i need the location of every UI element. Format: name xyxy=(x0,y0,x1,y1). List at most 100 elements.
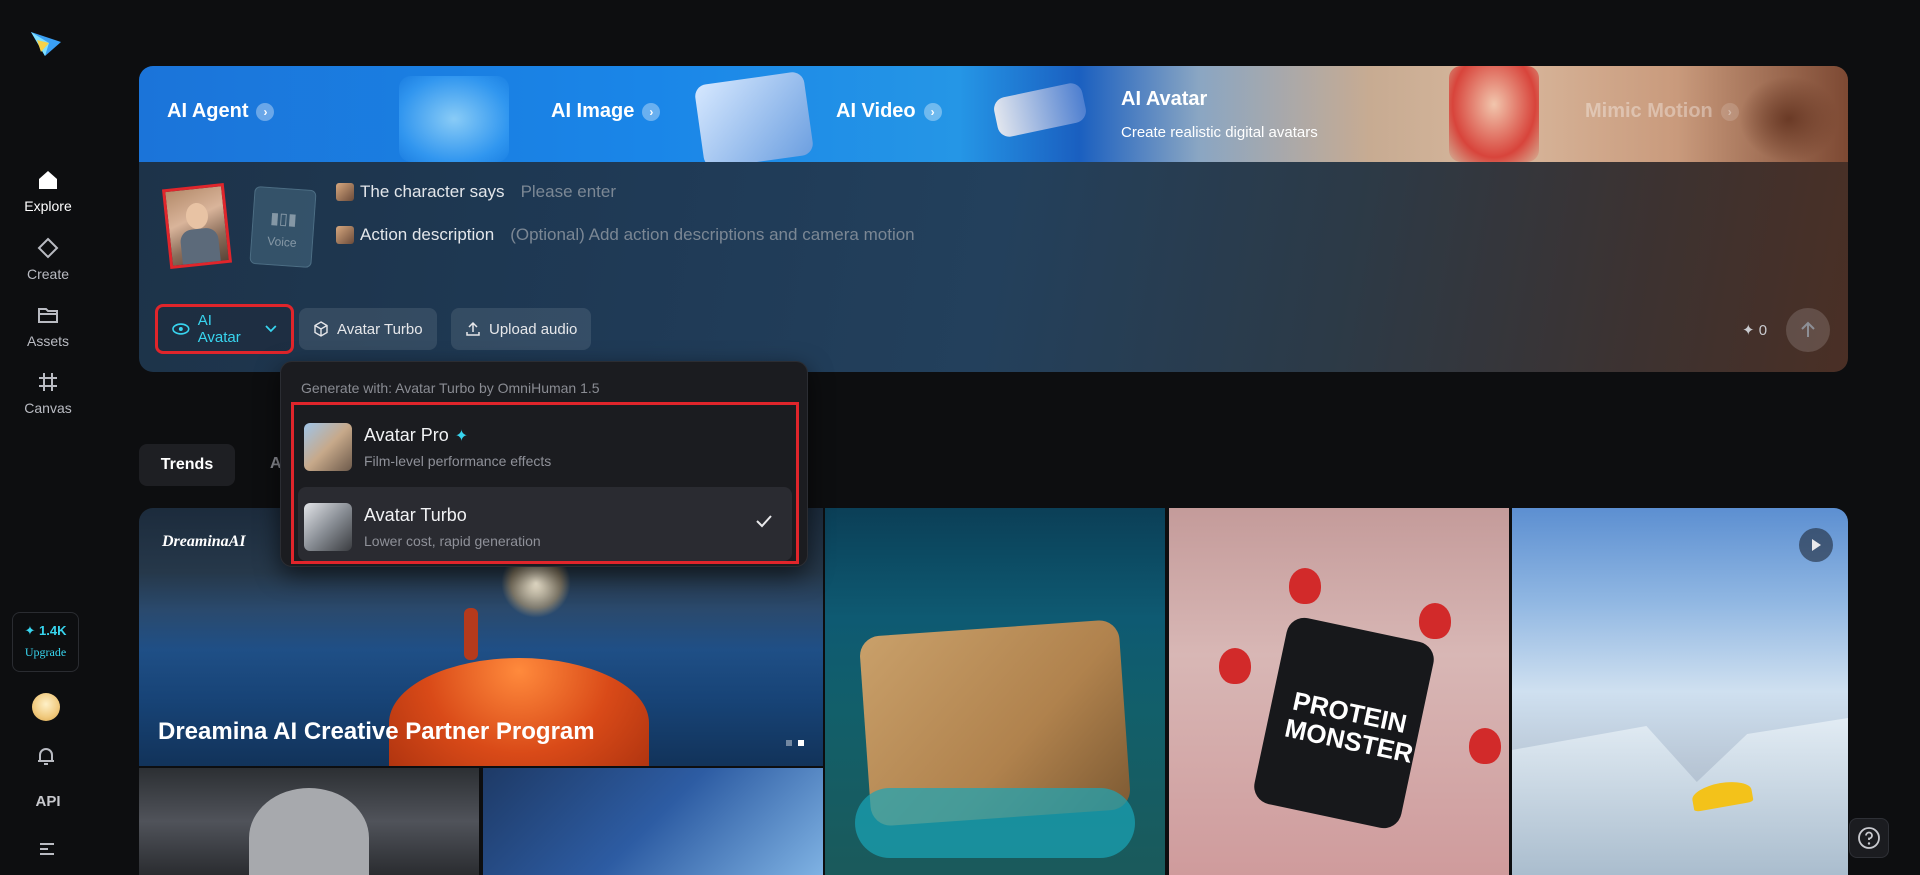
mode-select-button[interactable]: AI Avatar xyxy=(155,304,294,354)
sidebar-item-label: Assets xyxy=(26,333,69,349)
glacier-shape xyxy=(1512,718,1848,875)
chevron-right-icon: › xyxy=(923,102,942,121)
character-says-label: The character says xyxy=(360,182,505,201)
tab-label: Mimic Motion xyxy=(1585,100,1713,122)
credit-cost: ✦ 0 xyxy=(1742,322,1768,339)
mode-select-label: AI Avatar xyxy=(197,312,241,346)
chevron-down-icon xyxy=(265,325,277,333)
character-thumb-icon xyxy=(336,226,354,244)
user-avatar[interactable] xyxy=(32,693,60,721)
action-description-label: Action description xyxy=(360,225,495,244)
arrow-up-icon xyxy=(1801,321,1815,337)
diamond-icon xyxy=(37,237,59,259)
model-select-label: Avatar Turbo xyxy=(337,320,423,338)
sidebar-item-create[interactable]: Create xyxy=(0,236,96,282)
upload-audio-label: Upload audio xyxy=(489,320,578,338)
tab-label: AI Avatar xyxy=(1121,88,1208,110)
avatar-illustration xyxy=(1449,66,1539,162)
tab-ai-image[interactable]: AI Image › xyxy=(551,100,661,123)
help-button[interactable] xyxy=(1849,818,1889,858)
tab-label: AI Image xyxy=(551,100,635,122)
bell-icon[interactable] xyxy=(34,744,58,768)
water-shape xyxy=(855,788,1135,858)
hero-title: Dreamina AI Creative Partner Program xyxy=(158,718,595,745)
upload-icon xyxy=(466,321,480,336)
tab-ai-video[interactable]: AI Video › xyxy=(836,100,942,123)
character-thumb-icon xyxy=(336,183,354,201)
model-select-button[interactable]: Avatar Turbo xyxy=(299,308,437,350)
play-icon[interactable] xyxy=(1799,528,1833,562)
strawberry xyxy=(1219,648,1251,684)
tab-ai-agent[interactable]: AI Agent › xyxy=(167,100,275,123)
option-avatar-turbo[interactable]: Avatar Turbo Lower cost, rapid generatio… xyxy=(298,487,792,561)
tab-label: AI Video xyxy=(836,100,916,122)
video-illustration xyxy=(991,81,1089,139)
character-face xyxy=(184,201,210,231)
option-subtitle: Lower cost, rapid generation xyxy=(364,533,541,549)
strawberry xyxy=(1469,728,1501,764)
tab-label: AI Agent xyxy=(167,100,249,122)
option-title: Avatar Pro ✦ xyxy=(364,425,468,446)
dropdown-header: Generate with: Avatar Turbo by OmniHuman… xyxy=(301,380,600,396)
sidebar-item-canvas[interactable]: Canvas xyxy=(0,370,96,416)
sparkle-icon: ✦ xyxy=(454,427,469,445)
agent-illustration xyxy=(399,76,509,162)
credits-count: ✦ 1.4K xyxy=(24,623,67,638)
character-body xyxy=(179,226,221,265)
folder-icon xyxy=(38,308,58,323)
option-title: Avatar Turbo xyxy=(364,505,467,526)
tab-trends[interactable]: Trends xyxy=(139,444,235,486)
waveform-icon: ▮▯▮ xyxy=(269,210,298,229)
feed-card-space[interactable] xyxy=(483,768,823,875)
voice-upload-card[interactable]: ▮▯▮ Voice xyxy=(249,185,317,269)
sidebar-item-explore[interactable]: Explore xyxy=(0,168,96,214)
menu-icon[interactable] xyxy=(38,841,56,857)
hero-figure xyxy=(464,608,478,660)
check-icon xyxy=(756,515,772,528)
mimic-illustration xyxy=(1739,76,1839,162)
feed-card-island[interactable] xyxy=(825,508,1165,875)
feed-card-protein[interactable]: PROTEIN MONSTER xyxy=(1169,508,1509,875)
statue-shape xyxy=(249,788,369,875)
image-illustration xyxy=(693,70,815,162)
canvas-icon xyxy=(39,373,57,391)
character-says-input[interactable]: Please enter xyxy=(521,182,616,202)
sidebar-item-label: Canvas xyxy=(24,400,72,416)
send-button[interactable] xyxy=(1786,308,1830,352)
tab-mimic-motion[interactable]: Mimic Motion › xyxy=(1585,100,1739,123)
feed-card-statue[interactable] xyxy=(139,768,479,875)
upload-audio-button[interactable]: Upload audio xyxy=(451,308,592,350)
action-description-row[interactable]: Action description (Optional) Add action… xyxy=(336,225,915,245)
hero-path xyxy=(389,658,649,766)
sidebar-item-assets[interactable]: Assets xyxy=(0,303,96,349)
sidebar-item-label: Create xyxy=(26,266,70,282)
voice-label: Voice xyxy=(266,233,298,250)
chevron-right-icon: › xyxy=(1720,102,1739,121)
feed-card-paraglider[interactable] xyxy=(1512,508,1848,875)
dropdown-options: Avatar Pro ✦ Film-level performance effe… xyxy=(291,402,799,564)
api-link[interactable]: API xyxy=(0,793,96,810)
eye-icon xyxy=(172,323,190,335)
character-image[interactable] xyxy=(161,182,233,270)
hero-brand-logo: DreaminaAI xyxy=(162,533,246,550)
strawberry xyxy=(1289,568,1321,604)
cube-icon xyxy=(314,321,328,337)
dreamina-logo[interactable] xyxy=(29,26,63,60)
strawberry xyxy=(1419,603,1451,639)
option-title-text: Avatar Pro xyxy=(364,425,449,445)
character-says-row[interactable]: The character says Please enter xyxy=(336,182,616,202)
tab-ai-avatar-description: Create realistic digital avatars xyxy=(1121,124,1318,141)
carousel-dot[interactable] xyxy=(786,740,792,746)
upgrade-button[interactable]: ✦ 1.4K Upgrade xyxy=(12,612,79,672)
action-description-input[interactable]: (Optional) Add action descriptions and c… xyxy=(510,225,914,245)
option-avatar-pro[interactable]: Avatar Pro ✦ Film-level performance effe… xyxy=(298,407,792,481)
chevron-right-icon: › xyxy=(642,102,661,121)
sidebar-item-label: Explore xyxy=(24,198,72,214)
avatar-turbo-thumbnail xyxy=(304,503,352,551)
carousel-dots[interactable] xyxy=(786,740,804,746)
chevron-right-icon: › xyxy=(256,102,275,121)
carousel-dot-active[interactable] xyxy=(798,740,804,746)
tab-ai-avatar[interactable]: AI Avatar xyxy=(1121,88,1207,111)
option-subtitle: Film-level performance effects xyxy=(364,453,552,469)
model-dropdown: Generate with: Avatar Turbo by OmniHuman… xyxy=(280,361,808,567)
